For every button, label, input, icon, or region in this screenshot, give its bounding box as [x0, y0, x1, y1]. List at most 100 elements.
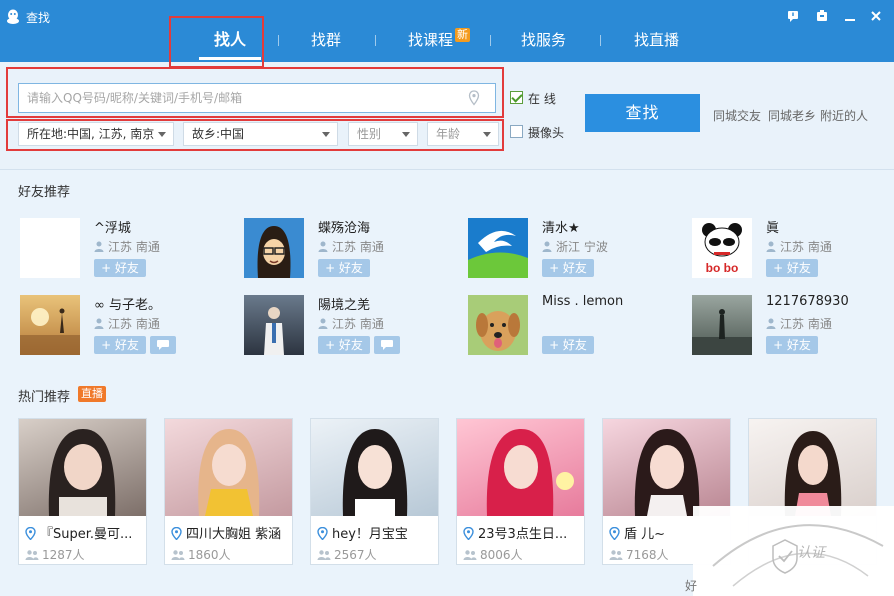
person-icon: [94, 318, 104, 329]
people-icon: [609, 550, 623, 560]
person-icon: [318, 241, 328, 252]
viewer-count: 1287人: [25, 546, 85, 563]
person-icon: [766, 241, 776, 252]
live-thumbnail: [19, 419, 146, 516]
person-icon: [318, 318, 328, 329]
friend-name[interactable]: 眞: [766, 217, 779, 236]
viewer-count: 8006人: [463, 546, 523, 563]
friend-location: 江苏 南通: [318, 238, 384, 255]
search-input[interactable]: [18, 83, 496, 113]
tab-divider: [490, 35, 491, 46]
avatar[interactable]: [692, 295, 752, 355]
person-icon: [766, 318, 776, 329]
chevron-down-icon: [483, 132, 491, 137]
friend-name[interactable]: 1217678930: [766, 294, 849, 309]
avatar[interactable]: bo bo: [692, 218, 752, 278]
live-card[interactable]: 23号3点生日... 8006人: [456, 418, 585, 565]
live-card[interactable]: hey！月宝宝 2567人: [310, 418, 439, 565]
skin-icon[interactable]: [815, 9, 829, 23]
live-title: 『Super.曼可...: [25, 523, 143, 542]
tab-find-services[interactable]: 找服务: [521, 22, 566, 62]
live-title: hey！月宝宝: [317, 523, 435, 542]
friend-recommend-title: 好友推荐: [18, 185, 71, 200]
quick-link-fellow-townsmen[interactable]: 同城老乡: [768, 107, 816, 124]
add-friend-button[interactable]: + 好友: [766, 336, 818, 354]
friend-location: 江苏 南通: [94, 238, 160, 255]
people-icon: [25, 550, 39, 560]
hometown-dropdown[interactable]: 故乡:中国: [183, 122, 338, 146]
friend-name[interactable]: 蝶殇沧海: [318, 217, 370, 236]
add-friend-button[interactable]: + 好友: [318, 336, 370, 354]
avatar[interactable]: [468, 295, 528, 355]
live-thumbnail: [749, 419, 876, 516]
location-dropdown[interactable]: 所在地:中国, 江苏, 南京: [18, 122, 174, 146]
tab-find-courses[interactable]: 找课程新: [408, 22, 471, 62]
chevron-down-icon: [402, 132, 410, 137]
message-button[interactable]: [374, 336, 400, 354]
avatar[interactable]: [20, 295, 80, 355]
friend-location: 江苏 南通: [318, 315, 384, 332]
message-button[interactable]: [150, 336, 176, 354]
people-icon: [317, 550, 331, 560]
gender-dropdown[interactable]: 性别: [348, 122, 418, 146]
location-pin-icon: [463, 527, 474, 540]
friend-name[interactable]: 清水★: [542, 217, 580, 236]
live-card[interactable]: 『Super.曼可... 1287人: [18, 418, 147, 565]
tab-divider: [278, 35, 279, 46]
friend-name[interactable]: 陽境之羌: [318, 294, 370, 313]
avatar[interactable]: [244, 295, 304, 355]
add-friend-button[interactable]: + 好友: [542, 336, 594, 354]
add-friend-button[interactable]: + 好友: [542, 259, 594, 277]
quick-link-nearby-people[interactable]: 附近的人: [820, 107, 868, 124]
add-friend-button[interactable]: + 好友: [318, 259, 370, 277]
title-bar: 查找 找人 找群 找课程新 找服务 找直播: [0, 0, 894, 62]
close-icon[interactable]: [869, 9, 883, 23]
hometown-dropdown-value: 故乡:中国: [192, 127, 245, 141]
location-pin-icon: [317, 527, 328, 540]
avatar[interactable]: [244, 218, 304, 278]
live-thumbnail: [603, 419, 730, 516]
camera-checkbox[interactable]: [510, 125, 523, 138]
friend-name[interactable]: ^浮城: [94, 217, 131, 236]
add-friend-button[interactable]: + 好友: [766, 259, 818, 277]
footer-text: 好: [685, 579, 698, 593]
live-title: 23号3点生日...: [463, 523, 581, 542]
quick-link-local-dating[interactable]: 同城交友: [713, 107, 761, 124]
add-friend-button[interactable]: + 好友: [94, 336, 146, 354]
chat-bubble-icon: [157, 340, 169, 350]
age-dropdown-value: 年龄: [436, 127, 461, 141]
live-thumbnail: [165, 419, 292, 516]
live-title: 四川大胸姐 紫涵: [171, 523, 289, 542]
location-pin-icon: [25, 527, 36, 540]
live-recommend-title: 热门推荐: [18, 390, 71, 405]
friend-name[interactable]: Miss . lemon: [542, 294, 623, 309]
tab-find-groups[interactable]: 找群: [311, 22, 341, 62]
online-label: 在 线: [528, 92, 556, 106]
gender-dropdown-value: 性别: [357, 127, 382, 141]
people-icon: [171, 550, 185, 560]
feedback-icon[interactable]: [786, 9, 800, 23]
tab-find-people[interactable]: 找人: [214, 22, 246, 62]
live-card[interactable]: 四川大胸姐 紫涵 1860人: [164, 418, 293, 565]
new-badge: 新: [455, 28, 471, 42]
online-checkbox[interactable]: [510, 91, 523, 104]
chevron-down-icon: [322, 132, 330, 137]
avatar[interactable]: [20, 218, 80, 278]
location-dropdown-value: 所在地:中国, 江苏, 南京: [27, 127, 155, 141]
age-dropdown[interactable]: 年龄: [427, 122, 499, 146]
avatar[interactable]: [468, 218, 528, 278]
penguin-icon: [7, 9, 19, 24]
friend-location: 浙江 宁波: [542, 238, 608, 255]
friend-location: 江苏 南通: [766, 315, 832, 332]
friend-name[interactable]: ∞ 与子老。: [94, 294, 161, 313]
add-friend-button[interactable]: + 好友: [94, 259, 146, 277]
svg-text:bo bo: bo bo: [706, 261, 739, 275]
minimize-icon[interactable]: [843, 9, 857, 23]
tab-divider: [600, 35, 601, 46]
tab-find-live[interactable]: 找直播: [634, 22, 679, 62]
location-pin-icon[interactable]: [468, 90, 480, 106]
chevron-down-icon: [158, 132, 166, 137]
viewer-count: 7168人: [609, 546, 669, 563]
search-button[interactable]: 查找: [585, 94, 700, 132]
live-thumbnail: [311, 419, 438, 516]
